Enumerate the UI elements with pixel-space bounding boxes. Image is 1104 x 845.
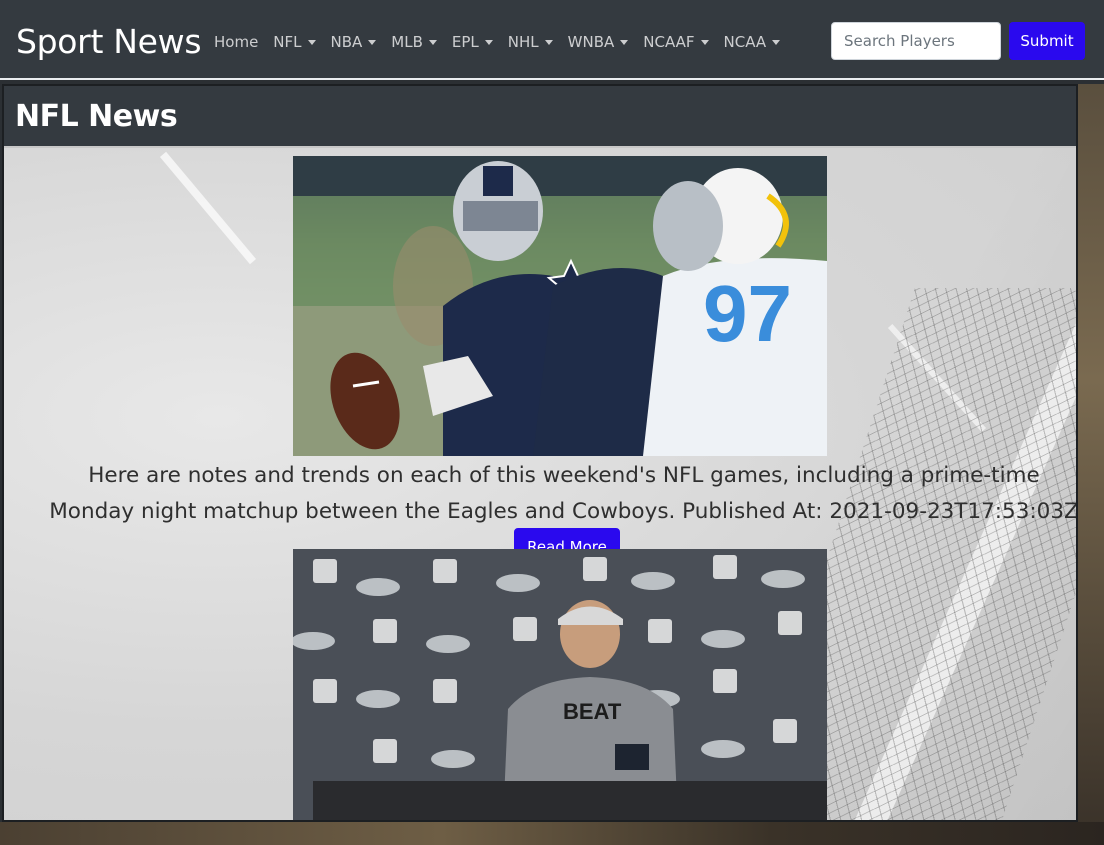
caret-down-icon bbox=[544, 39, 553, 45]
news-card: NFL News 97 Here are notes and trends on… bbox=[2, 84, 1078, 822]
card-header: NFL News bbox=[4, 86, 1076, 148]
caret-down-icon bbox=[307, 39, 316, 45]
svg-text:BEAT: BEAT bbox=[563, 699, 622, 724]
caret-down-icon bbox=[700, 39, 709, 45]
search-players-input[interactable] bbox=[831, 22, 1001, 60]
navbar: Sport News Home NFL NBA MLB EPL NHL WNBA… bbox=[0, 0, 1104, 80]
caret-down-icon bbox=[484, 39, 493, 45]
nav-link-epl[interactable]: EPL bbox=[452, 30, 493, 54]
caret-down-icon bbox=[368, 39, 377, 45]
nav-link-ncaa[interactable]: NCAA bbox=[724, 30, 781, 54]
nav-links: Home NFL NBA MLB EPL NHL WNBA NCAAF NCAA bbox=[214, 30, 795, 54]
background-court-line bbox=[159, 151, 257, 265]
brand-title[interactable]: Sport News bbox=[16, 22, 202, 62]
svg-text:97: 97 bbox=[703, 269, 792, 358]
submit-button[interactable]: Submit bbox=[1009, 22, 1085, 60]
card-body[interactable]: 97 Here are notes and trends on each of … bbox=[4, 148, 1076, 820]
caret-down-icon bbox=[620, 39, 629, 45]
caret-down-icon bbox=[772, 39, 781, 45]
card-title: NFL News bbox=[15, 99, 178, 134]
press-conference-photo: BEAT bbox=[293, 549, 827, 820]
caret-down-icon bbox=[428, 39, 437, 45]
football-quarterback-photo: 97 bbox=[293, 156, 827, 456]
nav-link-nhl[interactable]: NHL bbox=[508, 30, 553, 54]
press-conference-graphic: BEAT bbox=[293, 549, 827, 820]
football-photo-graphic: 97 bbox=[293, 156, 827, 456]
nav-link-ncaaf[interactable]: NCAAF bbox=[643, 30, 709, 54]
article-summary: Here are notes and trends on each of thi… bbox=[49, 463, 1076, 524]
nav-link-wnba[interactable]: WNBA bbox=[568, 30, 629, 54]
nav-link-nfl[interactable]: NFL bbox=[273, 30, 316, 54]
background-edge bbox=[1078, 84, 1104, 824]
nav-link-nba[interactable]: NBA bbox=[331, 30, 377, 54]
nav-link-mlb[interactable]: MLB bbox=[391, 30, 437, 54]
nav-link-home[interactable]: Home bbox=[214, 30, 258, 54]
background-edge bbox=[0, 822, 1104, 845]
